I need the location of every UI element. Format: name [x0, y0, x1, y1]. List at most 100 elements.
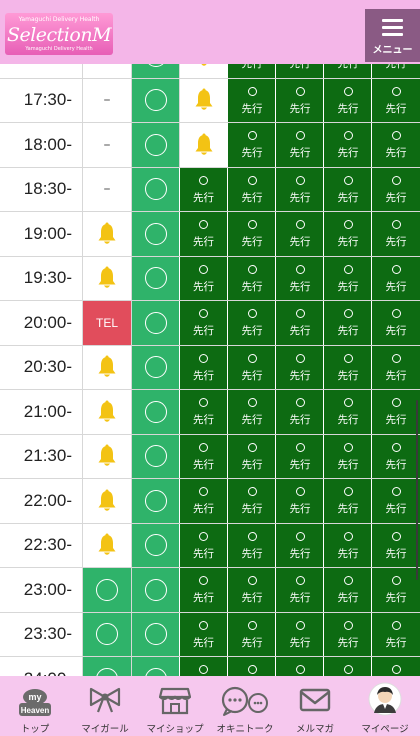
slot-cell[interactable]: 先行 [179, 345, 227, 389]
slot-cell[interactable] [131, 345, 179, 389]
slot-cell-advance[interactable]: 先行 [227, 345, 276, 389]
slot-cell[interactable] [82, 256, 131, 300]
slot-cell[interactable] [131, 390, 179, 434]
slot-cell-advance[interactable]: 先行 [275, 301, 324, 345]
slot-cell[interactable] [131, 78, 179, 122]
slot-cell-advance[interactable]: 先行 [323, 479, 372, 523]
slot-cell[interactable] [82, 345, 131, 389]
slot-cell-advance[interactable]: 先行 [323, 167, 372, 211]
slot-cell[interactable]: 先行 [179, 390, 227, 434]
slot-cell-advance[interactable]: 先行 [323, 256, 372, 300]
slot-cell-advance[interactable]: 先行 [275, 78, 324, 122]
slot-cell[interactable] [131, 123, 179, 167]
slot-cell-advance[interactable]: 先行 [227, 523, 276, 567]
slot-cell[interactable] [131, 212, 179, 256]
slot-cell-advance[interactable]: 先行 [371, 612, 420, 656]
slot-cell-advance[interactable]: 先行 [227, 612, 276, 656]
slot-cell-advance[interactable]: 先行 [371, 523, 420, 567]
slot-cell[interactable] [131, 568, 179, 612]
slot-cell-advance[interactable]: 先行 [323, 434, 372, 478]
slot-cell-advance[interactable]: 先行 [275, 568, 324, 612]
slot-cell[interactable] [82, 212, 131, 256]
slot-cell-advance[interactable]: 先行 [323, 568, 372, 612]
slot-cell-advance[interactable]: 先行 [275, 434, 324, 478]
slot-cell-advance[interactable]: 先行 [371, 479, 420, 523]
slot-cell-advance[interactable]: 先行 [275, 390, 324, 434]
slot-cell-advance[interactable]: 先行 [371, 301, 420, 345]
slot-cell-advance[interactable]: 先行 [323, 345, 372, 389]
nav-item-my-shop[interactable]: マイショップ [140, 676, 210, 736]
slot-cell-advance[interactable]: 先行 [227, 434, 276, 478]
slot-cell[interactable] [82, 568, 131, 612]
slot-cell-advance[interactable]: 先行 [323, 612, 372, 656]
slot-cell[interactable] [131, 479, 179, 523]
slot-cell-advance[interactable]: 先行 [323, 301, 372, 345]
slot-cell[interactable]: 先行 [179, 523, 227, 567]
slot-cell[interactable] [179, 78, 227, 122]
slot-cell-advance[interactable]: 先行 [275, 256, 324, 300]
slot-cell-advance[interactable]: 先行 [227, 479, 276, 523]
slot-cell-advance[interactable]: 先行 [227, 390, 276, 434]
nav-item-my-girl[interactable]: マイガール [70, 676, 140, 736]
nav-item-top[interactable]: my Heaven トップ [0, 676, 70, 736]
slot-cell[interactable] [82, 523, 131, 567]
slot-cell-advance[interactable]: 先行 [371, 123, 420, 167]
available-circle-icon [144, 578, 167, 601]
slot-cell[interactable]: 先行 [179, 301, 227, 345]
slot-cell-advance[interactable]: 先行 [275, 212, 324, 256]
slot-cell-advance[interactable]: 先行 [371, 568, 420, 612]
slot-cell-advance[interactable]: 先行 [227, 78, 276, 122]
slot-cell-advance[interactable]: 先行 [371, 78, 420, 122]
slot-cell[interactable]: 先行 [179, 212, 227, 256]
slot-cell-advance[interactable]: 先行 [227, 256, 276, 300]
slot-cell[interactable] [179, 123, 227, 167]
slot-cell-advance[interactable]: 先行 [275, 479, 324, 523]
slot-cell[interactable] [131, 612, 179, 656]
slot-cell-advance[interactable]: 先行 [371, 256, 420, 300]
slot-cell-advance[interactable]: 先行 [275, 612, 324, 656]
slot-cell-advance[interactable]: 先行 [371, 390, 420, 434]
slot-cell-advance[interactable]: 先行 [227, 301, 276, 345]
slot-cell[interactable]: 先行 [179, 479, 227, 523]
slot-cell[interactable] [82, 612, 131, 656]
slot-cell-advance[interactable]: 先行 [275, 167, 324, 211]
slot-cell-advance[interactable]: 先行 [371, 212, 420, 256]
scrollbar[interactable] [416, 400, 418, 580]
slot-cell-advance[interactable]: 先行 [275, 123, 324, 167]
slot-cell-advance[interactable]: 先行 [323, 78, 372, 122]
slot-cell-advance[interactable]: 先行 [227, 123, 276, 167]
slot-cell-advance[interactable]: 先行 [323, 212, 372, 256]
slot-cell-advance[interactable]: 先行 [371, 345, 420, 389]
slot-cell[interactable] [131, 167, 179, 211]
slot-cell-advance[interactable]: 先行 [275, 345, 324, 389]
slot-cell-advance[interactable]: 先行 [227, 568, 276, 612]
time-cell: 19:30- [0, 256, 82, 300]
slot-cell[interactable]: 先行 [179, 612, 227, 656]
nav-item-my-page[interactable]: マイページ [350, 676, 420, 736]
slot-cell[interactable] [131, 434, 179, 478]
slot-cell[interactable] [82, 434, 131, 478]
slot-cell[interactable]: 先行 [179, 434, 227, 478]
nav-item-mail-magazine[interactable]: メルマガ [280, 676, 350, 736]
slot-cell-advance[interactable]: 先行 [227, 167, 276, 211]
slot-cell[interactable] [131, 523, 179, 567]
slot-cell-advance[interactable]: 先行 [323, 390, 372, 434]
slot-cell-advance[interactable]: 先行 [371, 167, 420, 211]
slot-cell[interactable] [131, 256, 179, 300]
menu-button[interactable]: メニュー [365, 9, 420, 62]
nav-item-okini-talk[interactable]: オキニトーク [210, 676, 280, 736]
slot-cell[interactable] [131, 301, 179, 345]
slot-cell-advance[interactable]: 先行 [323, 523, 372, 567]
slot-cell[interactable]: TEL [82, 301, 131, 345]
slot-cell-advance[interactable]: 先行 [227, 212, 276, 256]
slot-cell[interactable]: 先行 [179, 568, 227, 612]
slot-cell-advance[interactable]: 先行 [275, 523, 324, 567]
slot-cell[interactable] [82, 390, 131, 434]
slot-cell[interactable]: 先行 [179, 256, 227, 300]
slot-cell[interactable] [82, 479, 131, 523]
slot-cell[interactable]: 先行 [179, 167, 227, 211]
slot-cell-advance[interactable]: 先行 [323, 123, 372, 167]
advance-booking-label: 先行 [193, 325, 214, 337]
shop-logo[interactable]: Yamaguchi Delivery Health SelectionM Yam… [5, 13, 113, 55]
slot-cell-advance[interactable]: 先行 [371, 434, 420, 478]
